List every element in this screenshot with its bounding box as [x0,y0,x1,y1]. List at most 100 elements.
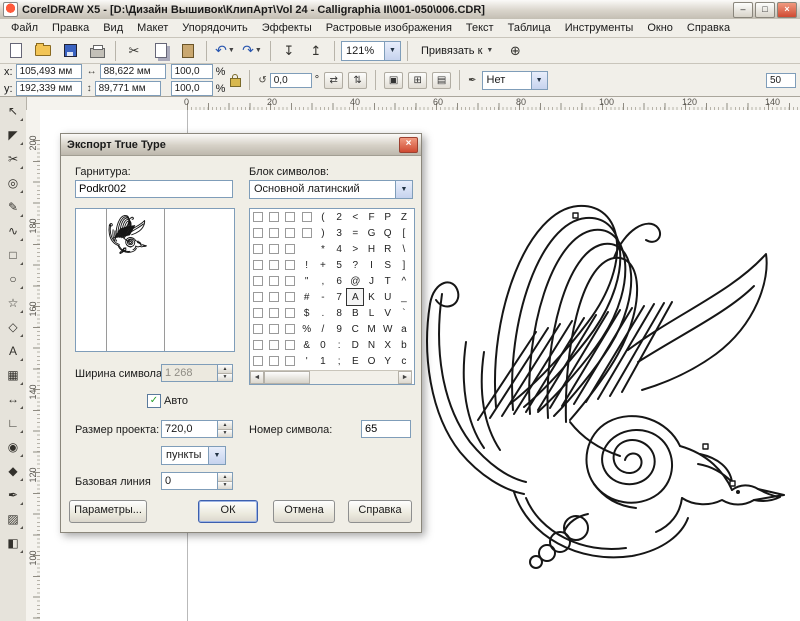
group-button[interactable]: ▤ [432,72,451,89]
char-checkbox[interactable] [253,228,263,238]
char-cell[interactable]: b [396,337,412,353]
char-checkbox[interactable] [285,260,295,270]
y-position-field[interactable]: 192,339 мм [16,81,82,96]
char-checkbox[interactable] [269,260,279,270]
char-cell[interactable]: & [299,337,315,353]
char-cell[interactable]: , [315,273,331,289]
mirror-vertical-button[interactable]: ⇅ [348,72,367,89]
char-cell[interactable] [250,273,266,289]
char-cell[interactable] [250,225,266,241]
char-cell[interactable] [282,337,298,353]
lock-ratio-icon[interactable] [230,78,241,87]
char-checkbox[interactable] [285,244,295,254]
char-cell[interactable] [250,257,266,273]
menu-item-Файл[interactable]: Файл [4,20,45,36]
scrollbar-track[interactable] [310,371,398,384]
snap-to-button[interactable]: Привязать к ▼ [414,42,500,60]
copy-button[interactable] [149,40,173,62]
ok-button[interactable]: ОК [198,500,258,523]
char-checkbox[interactable] [269,292,279,302]
char-cell[interactable]: c [396,353,412,369]
help-button[interactable]: Справка [348,500,412,523]
char-checkbox[interactable] [269,244,279,254]
calligraphic-bird-drawing[interactable] [418,192,798,592]
char-cell[interactable] [250,289,266,305]
char-cell[interactable]: = [347,225,363,241]
units-combobox[interactable]: пункты ▼ [161,446,226,465]
char-checkbox[interactable] [269,308,279,318]
dialog-close-button[interactable]: × [399,137,418,153]
char-cell[interactable]: < [347,209,363,225]
char-cell[interactable] [266,209,282,225]
horizontal-ruler[interactable]: 020406080100120140 [26,97,800,111]
char-cell[interactable] [282,209,298,225]
char-cell[interactable]: M [363,321,379,337]
blend-tool[interactable]: ◉ [1,435,25,459]
cancel-button[interactable]: Отмена [273,500,335,523]
vertical-ruler[interactable]: 200180160140120100 [26,110,41,621]
char-cell[interactable]: 0 [315,337,331,353]
char-checkbox[interactable] [302,212,312,222]
char-cell[interactable]: ; [331,353,347,369]
redo-dropdown-icon[interactable]: ▼ [255,47,262,54]
options-button[interactable]: Параметры... [69,500,147,523]
interactive-fill-tool[interactable]: ◧ [1,531,25,555]
export-button[interactable]: ↥ [304,40,328,62]
menu-item-Упорядочить[interactable]: Упорядочить [175,20,254,36]
char-checkbox[interactable] [285,292,295,302]
text-tool[interactable]: A [1,339,25,363]
char-cell[interactable]: O [363,353,379,369]
char-cell[interactable]: * [315,241,331,257]
char-cell[interactable]: R [380,241,396,257]
menu-item-Таблица[interactable]: Таблица [501,20,558,36]
char-cell[interactable] [266,353,282,369]
char-checkbox[interactable] [285,276,295,286]
outline-width-combobox[interactable]: Нет ▼ [482,71,548,90]
char-cell[interactable] [250,305,266,321]
char-cell[interactable]: A [347,289,363,305]
units-dropdown-icon[interactable]: ▼ [208,447,225,464]
menu-item-Справка[interactable]: Справка [680,20,737,36]
block-dropdown-icon[interactable]: ▼ [395,181,412,198]
char-cell[interactable] [282,289,298,305]
scroll-left-icon[interactable]: ◄ [250,371,264,384]
outline-pen-tool[interactable]: ✒ [1,483,25,507]
char-checkbox[interactable] [253,292,263,302]
char-checkbox[interactable] [253,244,263,254]
char-cell[interactable] [250,321,266,337]
char-cell[interactable]: J [363,273,379,289]
zoom-level-combobox[interactable]: 121% ▼ [341,41,401,61]
char-cell[interactable] [282,225,298,241]
char-checkbox[interactable] [269,228,279,238]
char-checkbox[interactable] [285,228,295,238]
char-cell[interactable]: ' [299,353,315,369]
undo-button[interactable]: ↶▼ [213,40,237,62]
shape-tool[interactable]: ◤ [1,123,25,147]
x-position-field[interactable]: 105,493 мм [16,64,82,79]
char-cell[interactable]: + [315,257,331,273]
char-cell[interactable]: Z [396,209,412,225]
char-cell[interactable]: ) [315,225,331,241]
spin-up-icon[interactable]: ▲ [218,473,232,482]
char-cell[interactable]: U [380,289,396,305]
menu-item-Окно[interactable]: Окно [640,20,680,36]
char-cell[interactable] [282,321,298,337]
clipped-field[interactable]: 50 [766,73,796,88]
char-cell[interactable]: ] [396,257,412,273]
char-cell[interactable] [266,337,282,353]
char-checkbox[interactable] [285,340,295,350]
cut-button[interactable]: ✂ [122,40,146,62]
char-cell[interactable]: G [363,225,379,241]
dimension-tool[interactable]: ↔ [1,387,25,411]
char-cell[interactable] [266,273,282,289]
char-cell[interactable]: L [363,305,379,321]
char-cell[interactable]: ^ [396,273,412,289]
char-cell[interactable]: 8 [331,305,347,321]
minimize-button[interactable]: – [733,2,753,18]
char-cell[interactable]: 3 [331,225,347,241]
ellipse-tool[interactable]: ○ [1,267,25,291]
char-cell[interactable]: ( [315,209,331,225]
char-cell[interactable]: W [380,321,396,337]
char-checkbox[interactable] [269,212,279,222]
open-button[interactable] [31,40,55,62]
